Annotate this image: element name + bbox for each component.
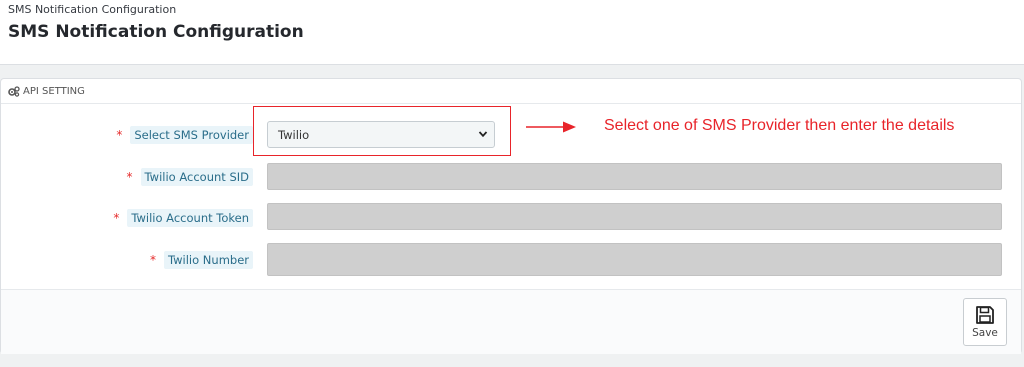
breadcrumb[interactable]: SMS Notification Configuration [8, 3, 176, 16]
twilio-number-label-text: Twilio Number [164, 251, 253, 269]
api-setting-panel: API SETTING * Select SMS Provider Twilio… [0, 78, 1022, 354]
account-sid-label-text: Twilio Account SID [140, 168, 253, 186]
provider-label: * Select SMS Provider [116, 124, 253, 146]
required-marker: * [116, 128, 123, 142]
highlight-box [253, 106, 511, 156]
twilio-number-input[interactable] [267, 243, 1002, 276]
account-token-input[interactable] [267, 203, 1002, 230]
page-title: SMS Notification Configuration [8, 22, 304, 42]
gears-icon [8, 85, 20, 97]
panel-heading: API SETTING [1, 79, 1021, 104]
page-header: SMS Notification Configuration SMS Notif… [0, 0, 1024, 65]
account-sid-input[interactable] [267, 163, 1002, 190]
required-marker: * [126, 170, 133, 184]
panel-footer: Save [1, 289, 1021, 354]
provider-label-text: Select SMS Provider [130, 126, 253, 144]
required-marker: * [150, 253, 156, 267]
account-sid-label: * Twilio Account SID [127, 166, 253, 188]
save-button[interactable]: Save [963, 298, 1007, 346]
annotation-text: Select one of SMS Provider then enter th… [604, 117, 955, 134]
panel-heading-label: API SETTING [23, 85, 85, 97]
arrow-right-icon [526, 121, 576, 133]
required-marker: * [113, 211, 120, 225]
save-button-label: Save [972, 327, 998, 339]
floppy-disk-icon [976, 306, 994, 324]
account-token-label: * Twilio Account Token [113, 207, 253, 229]
account-token-label-text: Twilio Account Token [127, 209, 253, 227]
twilio-number-label: * Twilio Number [150, 249, 253, 271]
